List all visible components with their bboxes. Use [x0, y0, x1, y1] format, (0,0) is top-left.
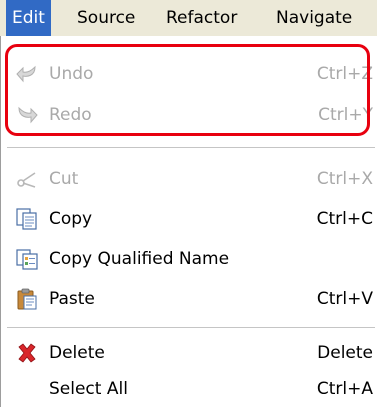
menu-edit[interactable]: Edit [6, 0, 51, 36]
menu-item-select-all[interactable]: Select All Ctrl+A [1, 370, 377, 407]
menu-item-copy-qualified-name[interactable]: Copy Qualified Name [1, 240, 377, 278]
menu-refactor[interactable]: Refactor [160, 0, 243, 36]
copy-icon [16, 208, 37, 230]
eclipse-edit-menu-screenshot: Edit Source Refactor Navigate Undo Ctrl+… [0, 0, 377, 407]
menu-item-shortcut: Ctrl+X [316, 169, 373, 189]
menu-item-label: Paste [49, 289, 95, 309]
edit-dropdown-menu: Undo Ctrl+Z Redo Ctrl+Y Cut Ctrl+X Copy … [0, 36, 377, 407]
menu-item-copy[interactable]: Copy Ctrl+C [1, 200, 377, 238]
menu-separator [7, 327, 375, 328]
menu-source[interactable]: Source [71, 0, 141, 36]
undo-icon [16, 65, 36, 83]
menu-bar: Edit Source Refactor Navigate [0, 0, 377, 37]
menu-item-label: Delete [49, 343, 105, 363]
menu-item-label: Select All [49, 379, 128, 399]
menu-item-label: Undo [49, 64, 94, 84]
menu-item-redo[interactable]: Redo Ctrl+Y [1, 96, 377, 134]
menu-item-delete[interactable]: Delete Delete [1, 334, 377, 372]
menu-item-shortcut: Ctrl+V [316, 289, 373, 309]
menu-item-label: Redo [49, 105, 92, 125]
menu-item-label: Copy Qualified Name [49, 249, 230, 269]
menu-item-cut[interactable]: Cut Ctrl+X [1, 160, 377, 198]
menu-item-shortcut: Ctrl+A [316, 379, 373, 399]
menu-item-undo[interactable]: Undo Ctrl+Z [1, 55, 377, 93]
copy-qualified-name-icon [16, 249, 38, 270]
menu-item-shortcut: Ctrl+Z [316, 64, 373, 84]
menu-item-shortcut: Ctrl+C [316, 209, 373, 229]
menu-separator [7, 147, 375, 148]
scissors-icon [17, 172, 36, 188]
menu-navigate[interactable]: Navigate [270, 0, 358, 36]
menu-item-shortcut: Ctrl+Y [318, 105, 373, 125]
menu-item-label: Copy [49, 209, 93, 229]
menu-item-paste[interactable]: Paste Ctrl+V [1, 280, 377, 318]
clipboard-icon [17, 288, 37, 310]
menu-item-shortcut: Delete [317, 343, 373, 363]
redo-icon [18, 106, 38, 124]
delete-x-icon [18, 343, 36, 363]
menu-item-label: Cut [49, 169, 79, 189]
